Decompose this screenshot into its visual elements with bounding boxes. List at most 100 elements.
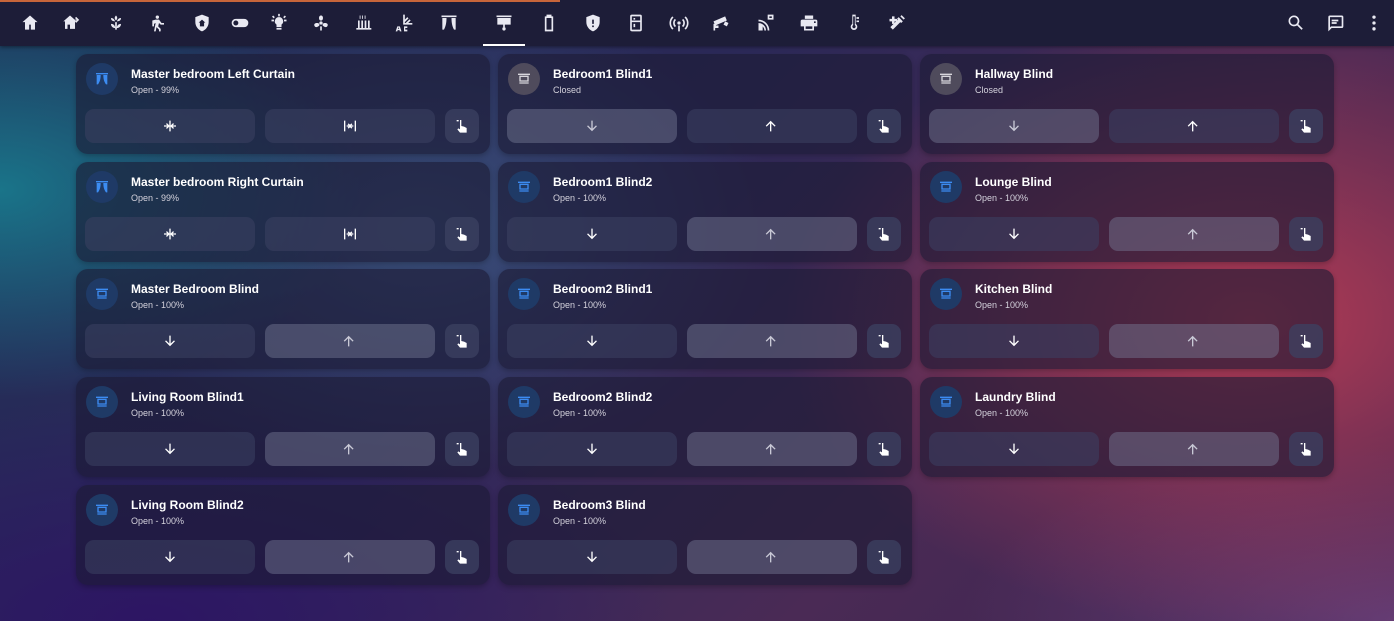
overflow-menu-button[interactable] — [1359, 6, 1389, 40]
cover-state-icon-button[interactable] — [508, 278, 540, 310]
tab-fridge[interactable] — [621, 6, 651, 40]
tab-access-point[interactable] — [664, 6, 694, 40]
raise-cover-button[interactable] — [687, 217, 857, 251]
raise-cover-button[interactable] — [1109, 324, 1279, 358]
cover-state-icon-button[interactable] — [86, 494, 118, 526]
cover-more-info-button[interactable] — [1289, 324, 1323, 358]
tab-flower[interactable] — [101, 6, 131, 40]
lower-cover-button[interactable] — [85, 540, 255, 574]
raise-cover-button[interactable] — [1109, 432, 1279, 466]
tab-home[interactable] — [15, 6, 45, 40]
arrow-up-icon — [765, 335, 776, 347]
raise-cover-button[interactable] — [265, 432, 435, 466]
lower-cover-button[interactable] — [929, 217, 1099, 251]
cover-more-info-button[interactable] — [867, 109, 901, 143]
cover-more-info-button[interactable] — [867, 432, 901, 466]
lower-cover-button[interactable] — [929, 324, 1099, 358]
cover-state-icon-button[interactable] — [930, 278, 962, 310]
tab-toggle-switch[interactable] — [225, 6, 255, 40]
lower-cover-button[interactable] — [507, 432, 677, 466]
cover-more-info-button[interactable] — [1289, 432, 1323, 466]
tab-network[interactable] — [751, 6, 781, 40]
lower-cover-button[interactable] — [85, 324, 255, 358]
raise-cover-button[interactable] — [687, 109, 857, 143]
lower-cover-button[interactable] — [929, 109, 1099, 143]
tab-air-conditioner[interactable] — [389, 6, 419, 40]
curtain-icon — [96, 181, 108, 193]
arrow-up-icon — [343, 443, 354, 455]
cover-state-icon-button[interactable] — [86, 386, 118, 418]
tab-lightbulb[interactable] — [264, 6, 294, 40]
raise-cover-button[interactable] — [265, 540, 435, 574]
cover-more-info-button[interactable] — [867, 540, 901, 574]
curtain-icon — [96, 73, 108, 85]
tab-blinds[interactable] — [483, 6, 525, 46]
assist-button[interactable] — [1320, 6, 1350, 40]
tab-shield-home[interactable] — [187, 6, 217, 40]
cover-state-icon-button[interactable] — [508, 171, 540, 203]
cover-more-info-button[interactable] — [445, 217, 479, 251]
cover-more-info-button[interactable] — [445, 432, 479, 466]
raise-cover-button[interactable] — [687, 540, 857, 574]
cover-state-icon-button[interactable] — [508, 386, 540, 418]
raise-cover-button[interactable] — [687, 432, 857, 466]
tab-cctv[interactable] — [706, 6, 736, 40]
cover-state: Closed — [553, 85, 582, 95]
cover-card: Lounge Blind Open - 100% — [920, 162, 1334, 262]
cover-state-icon-button[interactable] — [86, 278, 118, 310]
open-cover-button[interactable] — [265, 109, 435, 143]
tab-tools[interactable] — [882, 6, 912, 40]
cover-state-icon-button[interactable] — [508, 63, 540, 95]
lower-cover-button[interactable] — [507, 109, 677, 143]
tab-motion-sensor[interactable] — [144, 6, 174, 40]
touch-hold-icon — [456, 120, 467, 133]
arrow-down-icon — [587, 120, 597, 132]
fridge-icon — [630, 14, 642, 32]
cover-state-icon-button[interactable] — [930, 386, 962, 418]
tab-shield-alert[interactable] — [578, 6, 608, 40]
open-cover-button[interactable] — [265, 217, 435, 251]
tab-curtains[interactable] — [434, 6, 464, 40]
cover-state-icon-button[interactable] — [86, 171, 118, 203]
cover-more-info-button[interactable] — [867, 324, 901, 358]
cover-state-icon-button[interactable] — [930, 63, 962, 95]
search-button[interactable] — [1281, 6, 1311, 40]
blind-icon — [96, 288, 108, 299]
tab-printer[interactable] — [794, 6, 824, 40]
cover-more-info-button[interactable] — [867, 217, 901, 251]
lower-cover-button[interactable] — [507, 217, 677, 251]
search-icon — [1288, 15, 1303, 30]
tab-home-export[interactable] — [55, 6, 85, 40]
lower-cover-button[interactable] — [85, 432, 255, 466]
cover-more-info-button[interactable] — [445, 109, 479, 143]
fan-speed-icon — [314, 15, 328, 31]
cover-state: Open - 100% — [131, 300, 185, 310]
raise-cover-button[interactable] — [1109, 217, 1279, 251]
cover-more-info-button[interactable] — [445, 324, 479, 358]
lower-cover-button[interactable] — [507, 540, 677, 574]
close-cover-button[interactable] — [85, 217, 255, 251]
cover-name: Hallway Blind — [975, 67, 1054, 81]
cover-state-icon-button[interactable] — [930, 171, 962, 203]
cover-card: Living Room Blind1 Open - 100% — [76, 377, 490, 477]
touch-hold-icon — [1300, 228, 1311, 241]
lower-cover-button[interactable] — [507, 324, 677, 358]
lower-cover-button[interactable] — [929, 432, 1099, 466]
cover-state: Open - 100% — [553, 193, 607, 203]
arrow-down-icon — [1009, 120, 1019, 132]
cover-more-info-button[interactable] — [1289, 217, 1323, 251]
tab-radiator[interactable] — [348, 6, 378, 40]
raise-cover-button[interactable] — [687, 324, 857, 358]
cover-state-icon-button[interactable] — [508, 494, 540, 526]
tab-thermometer[interactable] — [839, 6, 869, 40]
cover-card: Bedroom2 Blind2 Open - 100% — [498, 377, 912, 477]
cover-state-icon-button[interactable] — [86, 63, 118, 95]
close-cover-button[interactable] — [85, 109, 255, 143]
cover-more-info-button[interactable] — [1289, 109, 1323, 143]
raise-cover-button[interactable] — [1109, 109, 1279, 143]
tab-fan-speed[interactable] — [306, 6, 336, 40]
cover-name: Bedroom2 Blind2 — [553, 390, 653, 404]
tab-battery[interactable] — [534, 6, 564, 40]
raise-cover-button[interactable] — [265, 324, 435, 358]
cover-more-info-button[interactable] — [445, 540, 479, 574]
